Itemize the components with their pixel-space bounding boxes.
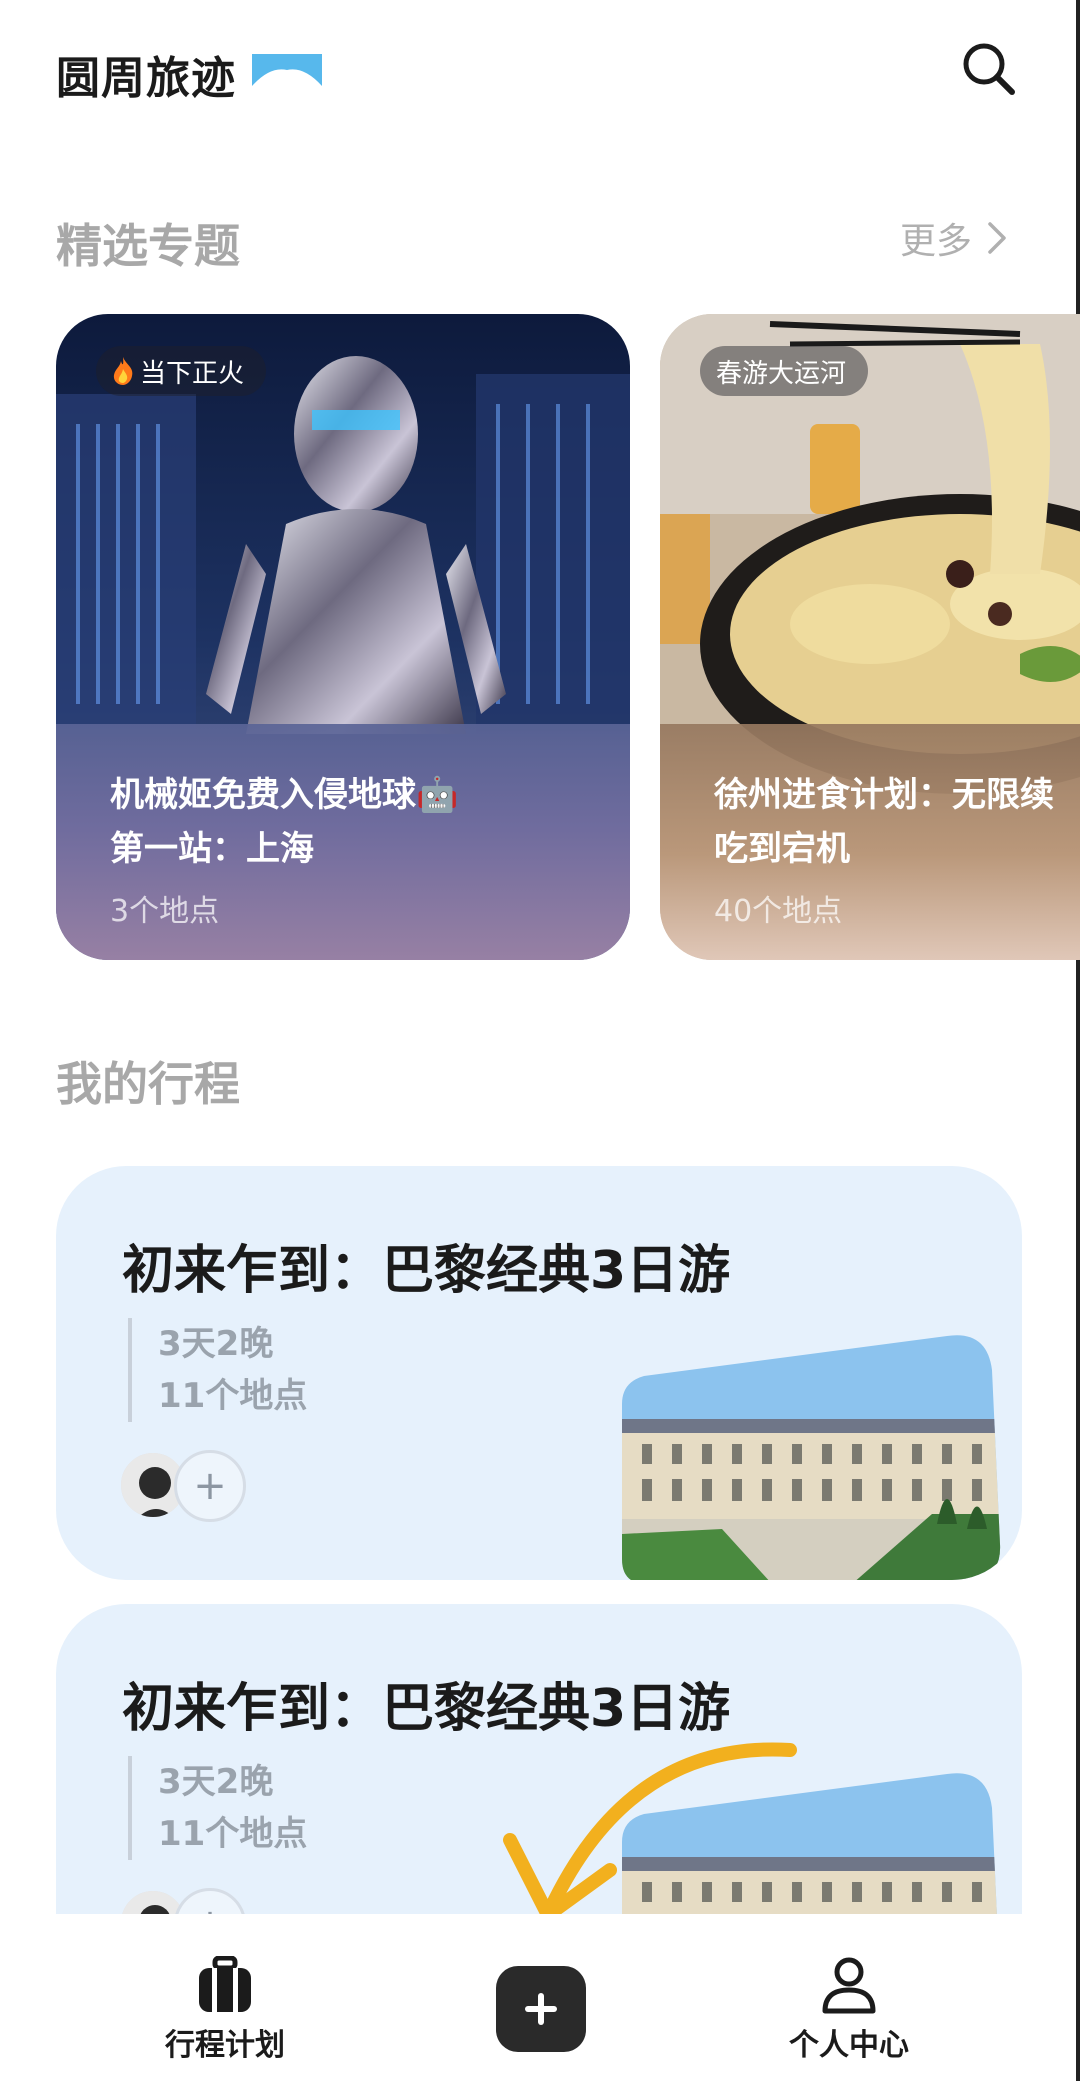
more-link[interactable]: 更多 [900,212,1008,264]
trips-section-title: 我的行程 [56,1057,240,1111]
trip-meta: 3天2晚 11个地点 [128,1756,307,1860]
trip-places: 11个地点 [158,1814,308,1854]
suitcase-icon [199,1956,251,2012]
theme-tag-label: 春游大运河 [716,358,847,389]
search-icon[interactable] [958,38,1020,100]
featured-section-title: 精选专题 [56,219,240,273]
featured-card-info: 徐州进食计划：无限续 吃到宕机 40个地点 [660,724,1080,960]
trip-places: 11个地点 [158,1376,308,1416]
nav-profile-label: 个人中心 [789,2028,909,2063]
trip-title: 初来乍到：巴黎经典3日游 [122,1679,731,1739]
person-icon [822,1957,876,2014]
bottom-nav: 行程计划 个人中心 [0,1914,1076,2081]
add-trip-button[interactable] [496,1966,586,2052]
chevron-right-icon [988,222,1006,254]
featured-card[interactable]: 春游大运河 徐州进食计划：无限续 吃到宕机 40个地点 [660,314,1080,960]
nav-profile[interactable]: 个人中心 [784,1956,914,2064]
trip-cover-image [622,1335,1001,1580]
app-header: 圆周旅迹 [0,0,1076,140]
trip-duration: 3天2晚 [158,1324,274,1364]
featured-card-title-line1: 徐州进食计划：无限续 [714,775,1054,815]
trip-card[interactable]: 初来乍到：巴黎经典3日游 3天2晚 11个地点 + [56,1166,1022,1580]
featured-card-title-line1: 机械姬免费入侵地球🤖 [110,775,459,815]
trip-meta: 3天2晚 11个地点 [128,1318,307,1422]
featured-card-count: 3个地点 [110,894,220,929]
fire-icon [113,357,133,385]
featured-card[interactable]: 当下正火 机械姬免费入侵地球🤖 第一站：上海 3个地点 [56,314,630,960]
featured-card-title-line2: 第一站：上海 [110,829,314,869]
trip-duration: 3天2晚 [158,1762,274,1802]
app-title: 圆周旅迹 [56,53,236,104]
featured-card-title: 机械姬免费入侵地球🤖 第一站：上海 [110,768,610,876]
hot-tag-label: 当下正火 [140,358,245,389]
plus-icon [525,1993,557,2025]
nav-trips[interactable]: 行程计划 [160,1956,290,2064]
logo-ribbon-icon [252,54,322,86]
more-label: 更多 [900,221,973,262]
trip-members: + [118,1450,268,1526]
trip-title: 初来乍到：巴黎经典3日游 [122,1241,731,1301]
screen-edge [1076,0,1080,2081]
hot-tag: 当下正火 [96,346,267,396]
nav-trips-label: 行程计划 [165,2028,285,2063]
featured-card-title: 徐州进食计划：无限续 吃到宕机 [714,768,1080,876]
featured-card-info: 机械姬免费入侵地球🤖 第一站：上海 3个地点 [56,724,630,960]
featured-card-count: 40个地点 [714,894,843,929]
theme-tag: 春游大运河 [700,346,869,396]
add-member-button[interactable]: + [174,1450,246,1522]
featured-card-title-line2: 吃到宕机 [714,829,850,869]
